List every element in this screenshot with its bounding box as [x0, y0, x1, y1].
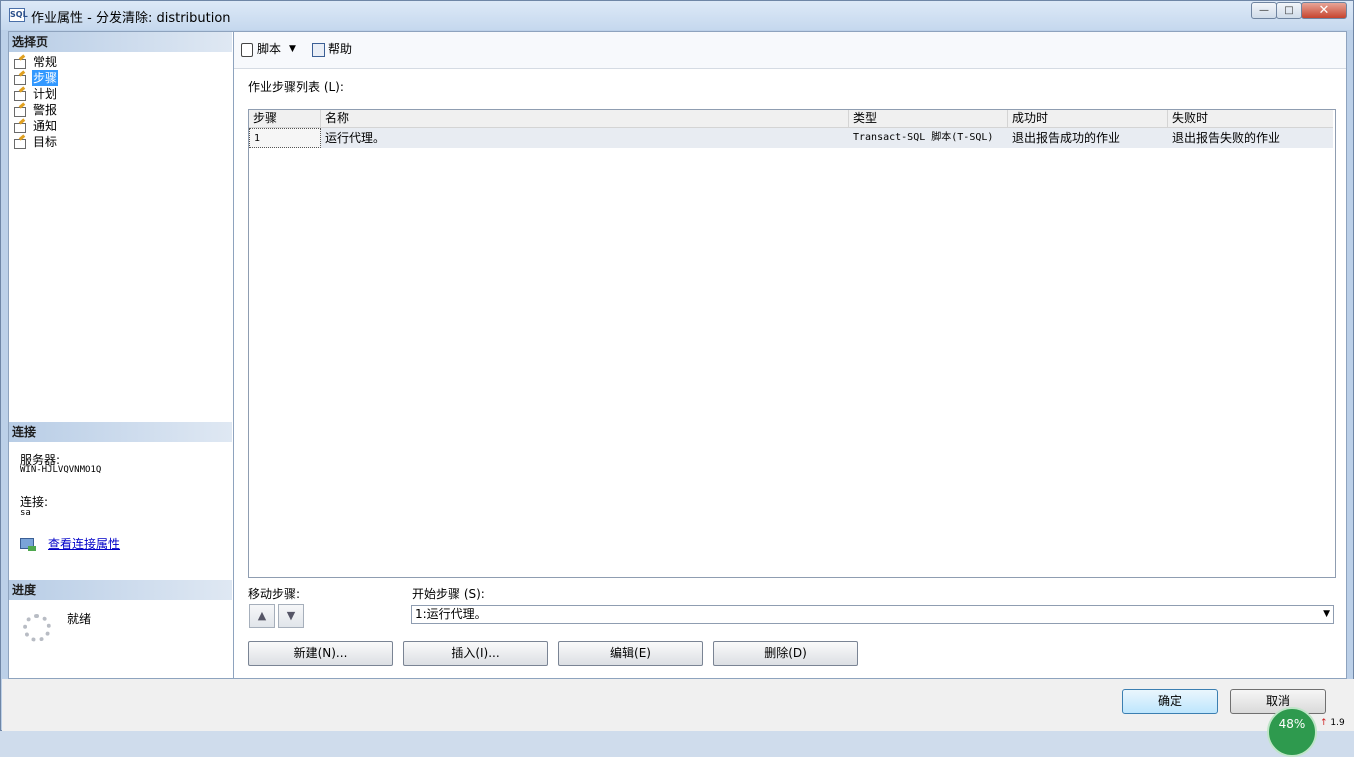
left-pane: 选择页 常规 步骤 计划 警报 通知 目标 连接 服务器: WIN-HJLVQV…	[9, 32, 234, 678]
close-button[interactable]: ✕	[1301, 2, 1347, 19]
page-icon	[13, 88, 27, 101]
nav-item-notifications[interactable]: 通知	[13, 118, 58, 134]
arrow-up-icon: ↑	[1320, 718, 1328, 728]
column-header-on-success[interactable]: 成功时	[1008, 110, 1168, 127]
chevron-down-icon[interactable]: ▼	[1323, 606, 1330, 623]
cell-step: 1	[249, 128, 321, 148]
column-header-type[interactable]: 类型	[849, 110, 1008, 127]
network-speed: ↑ 1.9	[1320, 718, 1345, 728]
script-button[interactable]: 脚本 ▼	[240, 40, 296, 58]
page-icon	[13, 56, 27, 69]
delete-step-button[interactable]: 删除(D)	[713, 641, 858, 666]
script-icon	[240, 42, 254, 57]
select-page-header: 选择页	[9, 32, 232, 52]
nav-item-targets[interactable]: 目标	[13, 134, 58, 150]
move-step-label: 移动步骤:	[248, 587, 301, 601]
start-step-label: 开始步骤 (S):	[412, 587, 485, 601]
progress-status: 就绪	[67, 612, 92, 626]
ok-button[interactable]: 确定	[1122, 689, 1218, 714]
connection-value: sa	[20, 508, 31, 518]
edit-step-button[interactable]: 编辑(E)	[558, 641, 703, 666]
page-icon	[13, 104, 27, 117]
title-bar[interactable]: SQL 作业属性 - 分发清除: distribution — □ ✕	[1, 1, 1353, 30]
nav-item-steps[interactable]: 步骤	[13, 70, 59, 86]
maximize-button[interactable]: □	[1276, 2, 1302, 19]
view-connection-properties[interactable]: 查看连接属性	[20, 535, 120, 552]
connection-icon	[20, 537, 36, 552]
usage-gauge[interactable]: 48%	[1267, 707, 1317, 757]
connection-header: 连接	[9, 422, 232, 442]
page-icon	[13, 120, 27, 133]
step-grid[interactable]: 步骤 名称 类型 成功时 失败时 1 运行代理。 Transact-SQL 脚本…	[248, 109, 1336, 578]
dialog-client: 选择页 常规 步骤 计划 警报 通知 目标 连接 服务器: WIN-HJLVQV…	[8, 31, 1347, 679]
nav-item-alerts[interactable]: 警报	[13, 102, 58, 118]
toolbar: 脚本 ▼ 帮助	[234, 32, 1346, 69]
nav-item-general[interactable]: 常规	[13, 54, 58, 70]
progress-spinner-icon	[23, 614, 51, 642]
help-icon	[311, 42, 325, 57]
cell-type: Transact-SQL 脚本(T-SQL)	[853, 132, 994, 143]
minimize-button[interactable]: —	[1251, 2, 1277, 19]
new-step-button[interactable]: 新建(N)...	[248, 641, 393, 666]
chevron-down-icon[interactable]: ▼	[289, 40, 296, 58]
progress-header: 进度	[9, 580, 232, 600]
start-step-select[interactable]: 1:运行代理。 ▼	[411, 605, 1334, 624]
table-row[interactable]: 1 运行代理。 Transact-SQL 脚本(T-SQL) 退出报告成功的作业…	[249, 128, 1333, 148]
page-nav: 常规 步骤 计划 警报 通知 目标	[13, 54, 59, 150]
page-icon	[13, 72, 27, 85]
column-header-name[interactable]: 名称	[321, 110, 849, 127]
window-controls: — □ ✕	[1251, 2, 1347, 21]
page-icon	[13, 136, 27, 149]
move-down-button[interactable]: ▼	[278, 604, 304, 628]
server-value: WIN-HJLVQVNMO1Q	[20, 465, 102, 475]
insert-step-button[interactable]: 插入(I)...	[403, 641, 548, 666]
cell-on-failure: 退出报告失败的作业	[1172, 131, 1281, 145]
dialog-footer: 确定 取消	[2, 679, 1354, 731]
step-list-label: 作业步骤列表 (L):	[248, 80, 344, 94]
sql-job-icon: SQL	[9, 8, 28, 22]
column-header-step[interactable]: 步骤	[249, 110, 321, 127]
move-up-button[interactable]: ▲	[249, 604, 275, 628]
cell-on-success: 退出报告成功的作业	[1012, 131, 1121, 145]
nav-item-schedules[interactable]: 计划	[13, 86, 58, 102]
right-pane: 脚本 ▼ 帮助 作业步骤列表 (L): 步骤 名称 类型 成功时 失败时 1 运…	[234, 32, 1346, 678]
column-header-on-failure[interactable]: 失败时	[1168, 110, 1333, 127]
view-connection-link[interactable]: 查看连接属性	[48, 537, 120, 551]
cell-name: 运行代理。	[325, 131, 386, 145]
help-button[interactable]: 帮助	[311, 40, 352, 58]
job-properties-window: SQL 作业属性 - 分发清除: distribution — □ ✕ 选择页 …	[0, 0, 1354, 731]
grid-header: 步骤 名称 类型 成功时 失败时	[249, 110, 1333, 128]
window-title: 作业属性 - 分发清除: distribution	[31, 11, 231, 26]
